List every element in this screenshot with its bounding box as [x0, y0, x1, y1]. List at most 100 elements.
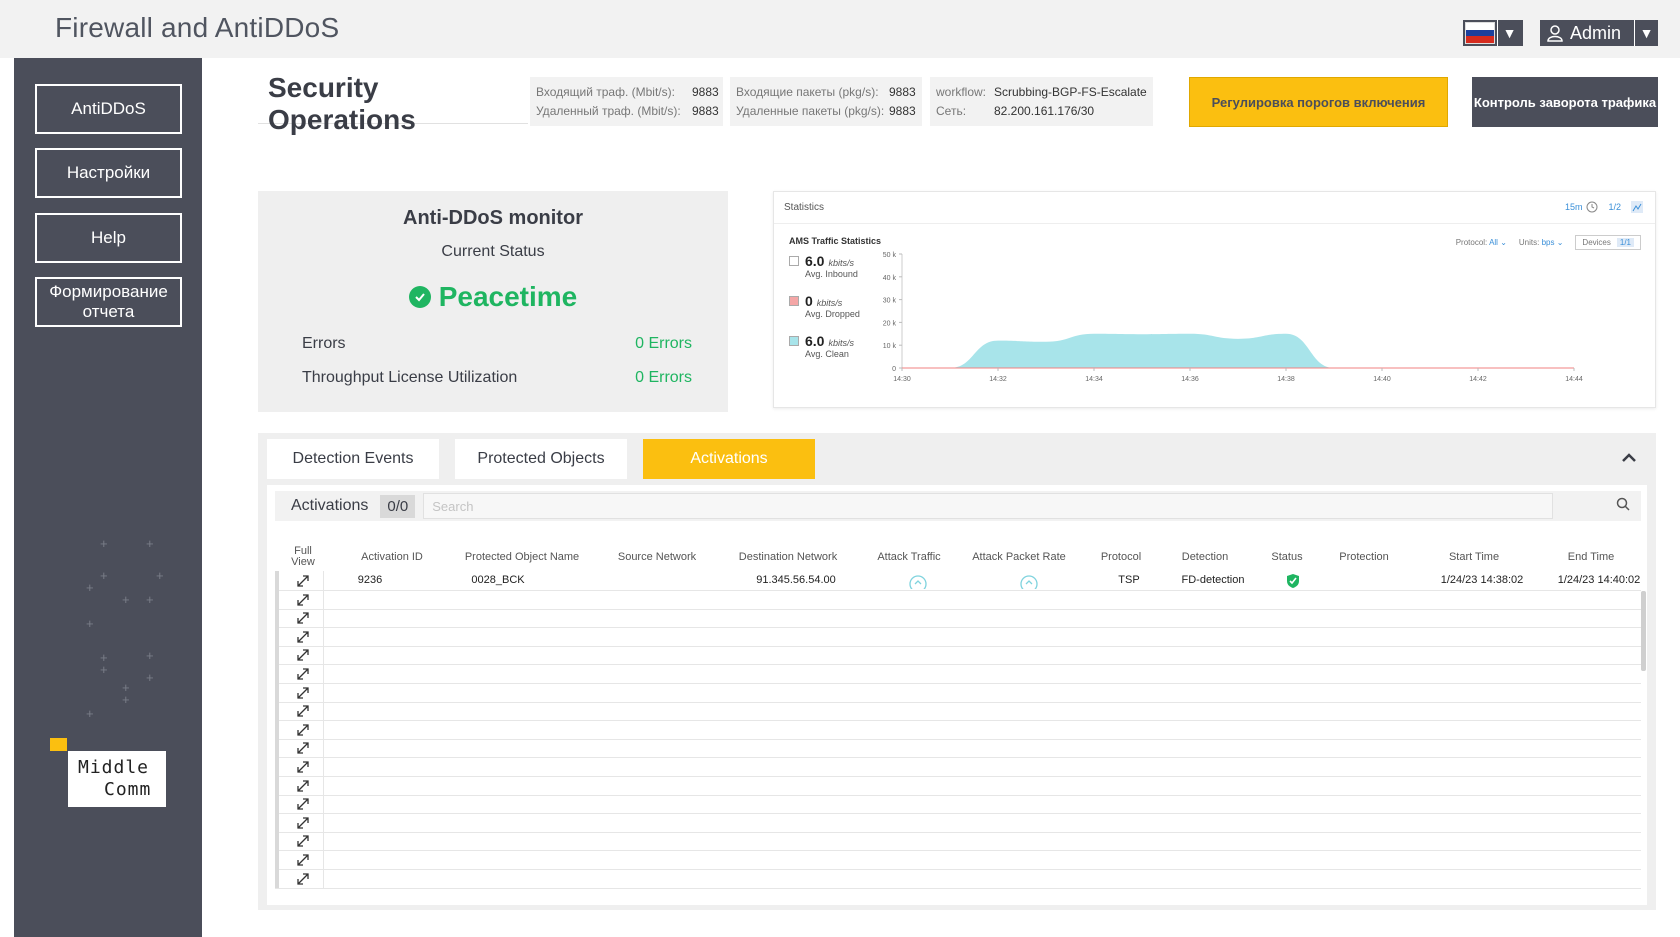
expand-icon[interactable]	[295, 647, 311, 663]
column-header[interactable]: Protection	[1319, 551, 1409, 563]
row-drag-handle[interactable]	[275, 664, 279, 683]
traffic-stats-card: Входящий траф. (Mbit/s): 9883 Удаленный …	[530, 77, 723, 126]
table-row[interactable]: 9236 0028_BCK 91.345.56.54.00 TSP FD-detecti…	[275, 571, 1641, 591]
sidebar-item-settings[interactable]: Настройки	[35, 148, 182, 198]
table-row[interactable]	[275, 831, 1641, 852]
y-tick-label: 20 k	[883, 320, 897, 327]
language-selector[interactable]: ▼	[1463, 20, 1523, 46]
table-row[interactable]	[275, 719, 1641, 740]
license-util-value: 0 Errors	[635, 369, 692, 386]
row-drag-handle[interactable]	[275, 589, 279, 609]
table-row[interactable]	[275, 757, 1641, 777]
column-header[interactable]: Status	[1254, 551, 1320, 563]
column-header[interactable]: Attack Packet Rate	[957, 551, 1081, 563]
table-row[interactable]	[275, 794, 1641, 815]
row-drag-handle[interactable]	[275, 794, 279, 814]
threshold-settings-button[interactable]: Регулировка порогов включения	[1189, 77, 1448, 127]
expand-icon[interactable]	[295, 759, 311, 775]
expand-icon[interactable]	[295, 833, 311, 849]
x-tick-label: 14:44	[1565, 376, 1583, 383]
table-row[interactable]	[275, 850, 1641, 870]
attack-packet-rate-icon[interactable]	[1020, 575, 1038, 589]
row-drag-handle[interactable]	[275, 645, 279, 665]
column-header[interactable]: Protocol	[1083, 551, 1159, 563]
decor-plus: +	[146, 670, 154, 685]
column-header[interactable]: Detection	[1155, 551, 1255, 563]
expand-icon[interactable]	[295, 852, 311, 868]
column-header[interactable]: Destination Network	[723, 551, 853, 563]
table-row[interactable]	[275, 626, 1641, 647]
column-divider	[323, 775, 324, 796]
expand-icon[interactable]	[295, 778, 311, 794]
expand-icon[interactable]	[295, 703, 311, 719]
tab-protected-objects[interactable]: Protected Objects	[455, 439, 627, 479]
row-drag-handle[interactable]	[275, 626, 279, 646]
row-drag-handle[interactable]	[275, 850, 279, 869]
sidebar-item-help[interactable]: Help	[35, 213, 182, 263]
row-drag-handle[interactable]	[275, 812, 279, 832]
expand-icon[interactable]	[295, 629, 311, 645]
monitor-status: Peacetime	[258, 281, 728, 313]
table-row[interactable]	[275, 738, 1641, 759]
expand-icon[interactable]	[295, 722, 311, 738]
tab-activations[interactable]: Activations	[643, 439, 815, 479]
expand-icon[interactable]	[295, 666, 311, 682]
sidebar-item-report[interactable]: Формирование отчета	[35, 277, 182, 327]
x-tick-label: 14:40	[1373, 376, 1391, 383]
column-divider	[323, 757, 324, 777]
column-header[interactable]: Full View	[285, 546, 321, 568]
column-divider	[323, 831, 324, 852]
expand-icon[interactable]	[295, 796, 311, 812]
traffic-redirect-button[interactable]: Контроль заворота трафика	[1472, 77, 1658, 127]
row-drag-handle[interactable]	[275, 608, 279, 628]
errors-row: Errors 0 Errors	[302, 335, 692, 353]
column-header[interactable]: Protected Object Name	[447, 551, 597, 563]
user-menu-label[interactable]: Admin	[1540, 23, 1634, 44]
expand-icon[interactable]	[295, 871, 311, 887]
expand-icon[interactable]	[295, 685, 311, 701]
column-header[interactable]: Source Network	[597, 551, 717, 563]
chevron-up-icon[interactable]	[1618, 447, 1640, 469]
table-row[interactable]	[275, 701, 1641, 722]
row-drag-handle[interactable]	[275, 757, 279, 776]
column-header[interactable]: End Time	[1531, 551, 1651, 563]
row-drag-handle[interactable]	[275, 738, 279, 758]
table-row[interactable]	[275, 812, 1641, 833]
search-input[interactable]	[423, 493, 1554, 519]
expand-icon[interactable]	[295, 610, 311, 626]
search-icon[interactable]	[1616, 497, 1630, 511]
column-header[interactable]: Activation ID	[337, 551, 447, 563]
table-row[interactable]	[275, 682, 1641, 703]
table-row[interactable]	[275, 589, 1641, 610]
user-menu[interactable]: Admin ▼	[1540, 20, 1658, 46]
decor-plus: +	[100, 662, 108, 677]
row-drag-handle[interactable]	[275, 775, 279, 795]
table-row[interactable]	[275, 664, 1641, 684]
expand-icon[interactable]	[295, 815, 311, 831]
scrollbar[interactable]	[1641, 591, 1646, 671]
row-drag-handle[interactable]	[275, 571, 279, 590]
tab-detection-events[interactable]: Detection Events	[267, 439, 439, 479]
expand-icon[interactable]	[295, 592, 311, 608]
table-row[interactable]	[275, 868, 1641, 889]
workflow-card: workflow: Scrubbing-BGP-FS-Escalate Сеть…	[930, 77, 1153, 126]
column-header[interactable]: Start Time	[1414, 551, 1534, 563]
attack-traffic-icon[interactable]	[909, 575, 927, 589]
chevron-down-icon[interactable]: ▼	[1497, 20, 1521, 46]
expand-icon[interactable]	[295, 740, 311, 756]
sidebar-item-antiddos[interactable]: AntiDDoS	[35, 84, 182, 134]
table-row[interactable]	[275, 608, 1641, 629]
errors-label: Errors	[302, 335, 346, 352]
column-header[interactable]: Attack Traffic	[857, 551, 961, 563]
row-drag-handle[interactable]	[275, 682, 279, 702]
row-drag-handle[interactable]	[275, 831, 279, 851]
expand-icon[interactable]	[295, 573, 311, 589]
chevron-down-icon[interactable]: ▼	[1634, 20, 1658, 46]
decor-plus: +	[100, 568, 108, 583]
row-drag-handle[interactable]	[275, 868, 279, 888]
row-drag-handle[interactable]	[275, 701, 279, 721]
row-drag-handle[interactable]	[275, 719, 279, 739]
series-area	[902, 333, 1574, 368]
table-row[interactable]	[275, 775, 1641, 796]
table-row[interactable]	[275, 645, 1641, 666]
